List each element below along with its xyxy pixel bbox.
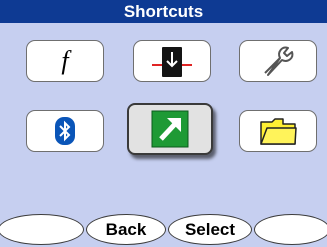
bluetooth-icon [55,117,75,145]
shortcut-selected-arrow[interactable] [127,103,213,155]
back-label: Back [105,219,147,239]
title-bar: Shortcuts [0,0,327,23]
shortcut-function[interactable]: f [26,40,104,82]
shortcut-folder[interactable] [239,110,317,152]
select-button[interactable]: Select [168,214,252,245]
select-label: Select [184,219,236,239]
page-title: Shortcuts [123,2,204,21]
softkey-bar: Back Select [0,213,327,247]
shortcut-bookmark-download[interactable] [133,40,211,82]
shortcut-settings[interactable] [239,40,317,82]
folder-icon [260,118,297,145]
function-icon: f [61,46,69,75]
softkey-right[interactable] [254,214,327,245]
shortcut-bluetooth[interactable] [26,110,104,152]
bookmark-download-icon [152,47,192,77]
back-button[interactable]: Back [86,214,166,245]
wrench-icon [264,46,294,76]
softkey-left[interactable] [0,214,84,245]
green-arrow-icon [151,110,189,148]
